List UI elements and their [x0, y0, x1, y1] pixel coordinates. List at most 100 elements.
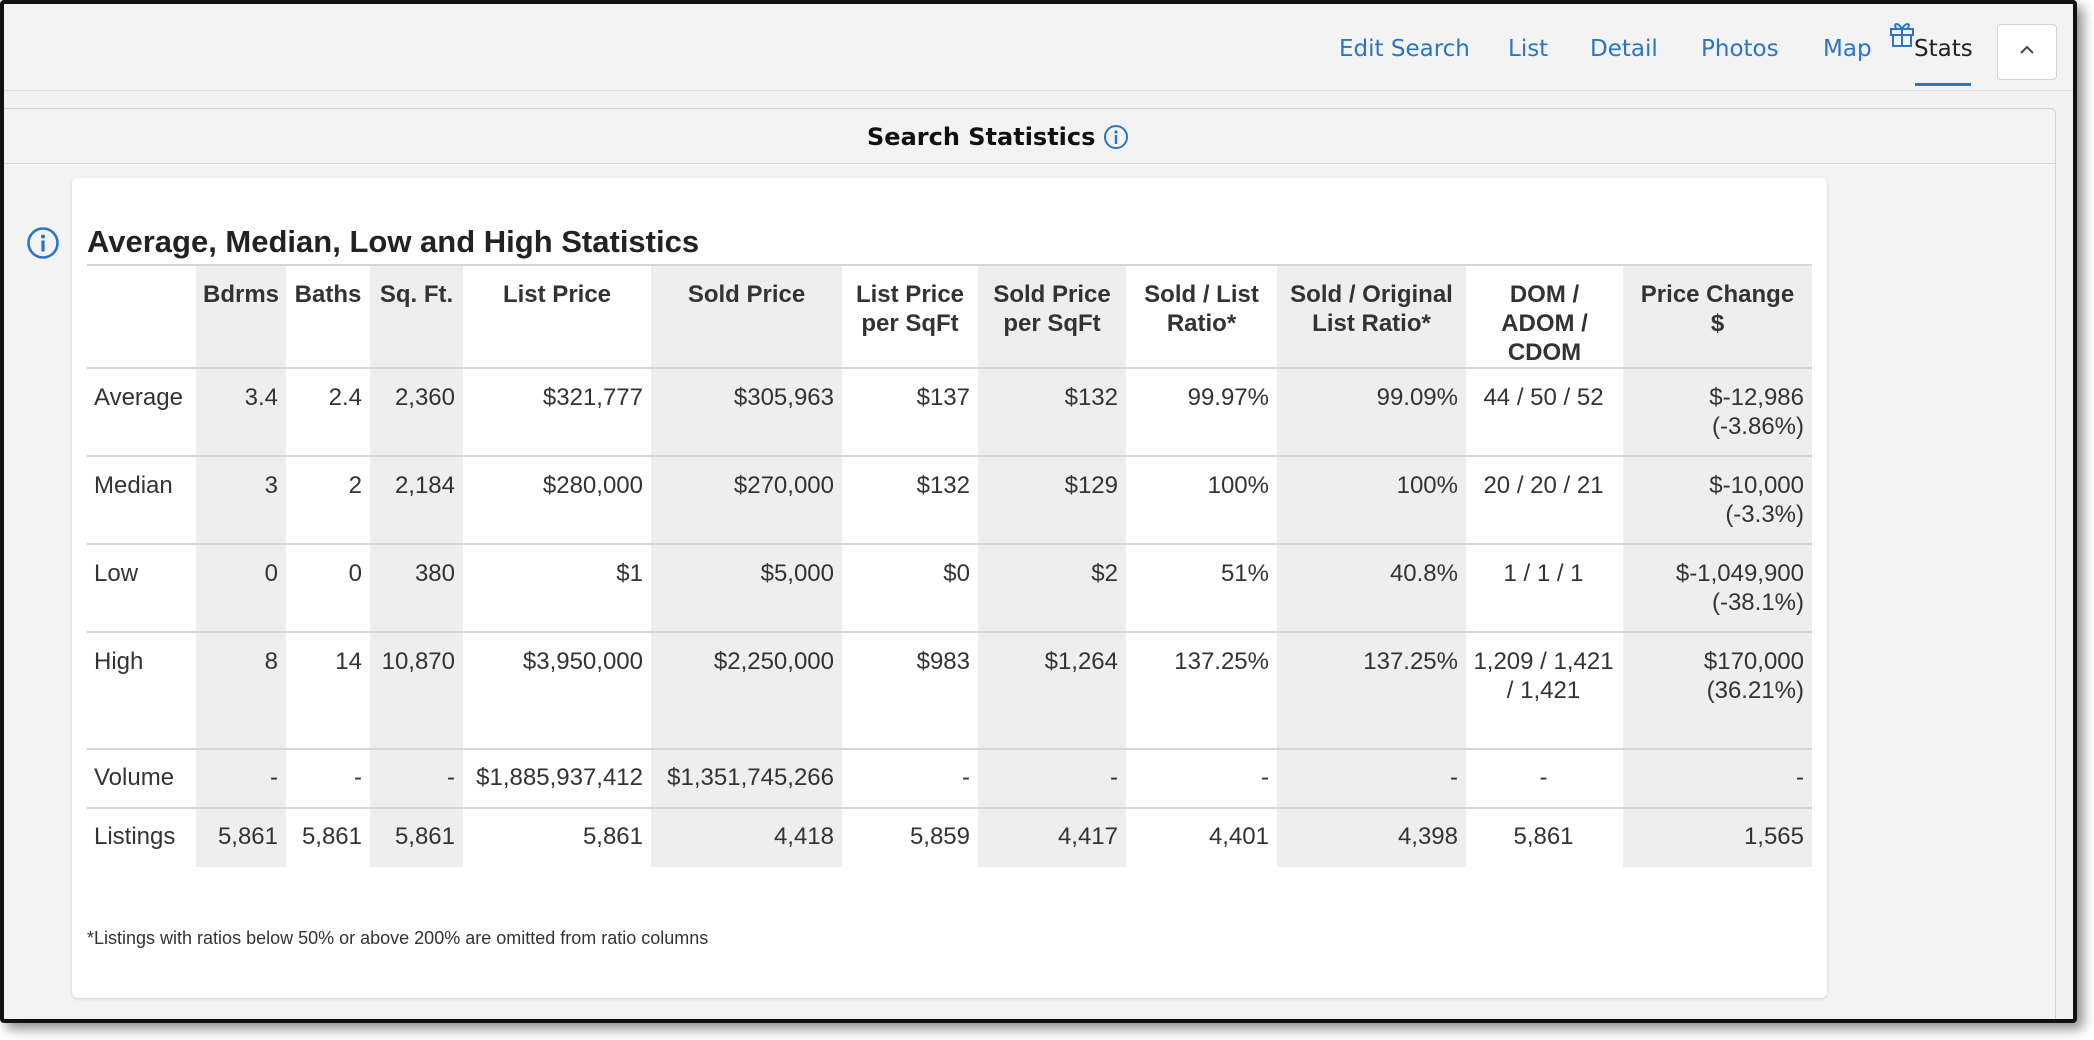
column-header-line: Price Change — [1640, 281, 1795, 308]
table-cell: 20 / 20 / 21 — [1466, 456, 1623, 545]
table-cell: $137 — [842, 368, 978, 457]
table-row: Median 3 2 2,184 $280,000 $270,000 $132 $129 100… — [87, 456, 1812, 545]
nav-photos[interactable]: Photos — [1701, 36, 1779, 62]
table-cell: 2 — [286, 456, 370, 545]
nav-stats[interactable]: Stats — [1914, 36, 1973, 62]
gift-icon[interactable] — [1887, 18, 1917, 48]
table-cell: $129 — [978, 456, 1126, 545]
info-icon[interactable] — [1103, 124, 1129, 150]
table-cell: 44 / 50 / 52 — [1466, 368, 1623, 457]
table-cell: $1,885,937,412 — [463, 749, 651, 809]
column-header-line: $ — [1710, 310, 1725, 337]
column-header-line: Baths — [294, 281, 362, 308]
column-header-line: Sq. Ft. — [379, 281, 454, 308]
table-cell: 4,418 — [651, 808, 842, 867]
ratio-footnote: *Listings with ratios below 50% or above… — [87, 928, 709, 948]
row-label: Volume — [87, 749, 196, 809]
table-cell: 2,184 — [370, 456, 463, 545]
column-header-sold-price-per-sqft: Sold Price per SqFt — [978, 265, 1126, 369]
table-cell: $2,250,000 — [651, 632, 842, 750]
column-header-sqft: Sq. Ft. — [370, 265, 463, 369]
table-cell: $-12,986 (-3.86%) — [1623, 368, 1812, 457]
column-header-line: per SqFt — [1003, 310, 1101, 337]
column-header-list-price-per-sqft: List Price per SqFt — [842, 265, 978, 369]
top-nav: Edit Search List Detail Photos Map Stats — [4, 4, 2073, 91]
table-cell: 380 — [370, 544, 463, 633]
table-cell: 10,870 — [370, 632, 463, 750]
column-header-sold-original-list-ratio: Sold / Original List Ratio* — [1277, 265, 1466, 369]
table-cell: 51% — [1126, 544, 1277, 633]
row-label: Listings — [94, 823, 176, 850]
table-header-row: Bdrms Baths Sq. Ft. List Price Sold Price Lis… — [87, 265, 1812, 369]
table-cell: - — [978, 749, 1126, 809]
nav-edit-search[interactable]: Edit Search — [1339, 36, 1470, 62]
chevron-up-icon — [2018, 43, 2036, 61]
column-header-line: Sold Price — [687, 281, 806, 308]
table-cell: $-1,049,900 (-38.1%) — [1623, 544, 1812, 633]
column-header-line: Sold Price — [993, 281, 1111, 308]
table-cell: 4,417 — [978, 808, 1126, 867]
panel-header: Search Statistics — [4, 109, 2055, 164]
table-row: High 8 14 10,870 $3,950,000 $2,250,000 $983 $1,… — [87, 632, 1812, 750]
column-header-sold-price: Sold Price — [651, 265, 842, 369]
column-header-corner — [87, 265, 196, 369]
column-header-line: CDOM — [1507, 339, 1582, 366]
column-header-price-change: Price Change $ — [1623, 265, 1812, 369]
app-window: Edit Search List Detail Photos Map Stats — [0, 0, 2077, 1023]
table-cell: 100% — [1277, 456, 1466, 545]
table-cell: $280,000 — [463, 456, 651, 545]
table-cell: 3.4 — [196, 368, 286, 457]
nav-detail[interactable]: Detail — [1590, 36, 1658, 62]
table-cell: - — [1126, 749, 1277, 809]
table-cell: 100% — [1126, 456, 1277, 545]
table-row: Average 3.4 2.4 2,360 $321,777 $305,963 $137 $1… — [87, 368, 1812, 457]
table-cell: 5,859 — [909, 823, 970, 850]
column-header-sold-list-ratio: Sold / List Ratio* — [1126, 265, 1277, 369]
table-cell: $-10,000 (-3.3%) — [1623, 456, 1812, 545]
table-cell: $983 — [842, 632, 978, 750]
column-header-line: Sold / Original — [1290, 281, 1453, 308]
stats-info-icon[interactable] — [26, 226, 60, 260]
column-header-line: DOM / — [1509, 281, 1580, 308]
active-tab-indicator — [1915, 83, 1971, 86]
table-cell: 137.25% — [1277, 632, 1466, 750]
table-cell: $132 — [842, 456, 978, 545]
column-header-line: List Price — [502, 281, 612, 308]
column-header-line: per SqFt — [861, 310, 959, 337]
column-header-line: ADOM / — [1501, 310, 1588, 337]
table-cell: - — [286, 749, 370, 809]
column-header-baths: Baths — [286, 265, 370, 369]
table-cell: 8 — [196, 632, 286, 750]
column-header-line: Bdrms — [202, 281, 280, 308]
collapse-button[interactable] — [1997, 24, 2057, 80]
table-cell: 5,861 — [1513, 823, 1574, 850]
table-cell: 40.8% — [1277, 544, 1466, 633]
table-cell: $1,264 — [978, 632, 1126, 750]
table-cell: 5,861 — [582, 823, 643, 850]
table-cell: $5,000 — [651, 544, 842, 633]
panel-title: Search Statistics — [867, 123, 1096, 151]
stats-card: Average, Median, Low and High Statistics… — [72, 178, 1827, 998]
table-cell: 99.97% — [1126, 368, 1277, 457]
table-cell: 4,398 — [1277, 808, 1466, 867]
row-label: Average — [87, 368, 196, 457]
nav-list[interactable]: List — [1508, 36, 1548, 62]
table-cell: 5,861 — [196, 808, 286, 867]
table-cell: - — [1277, 749, 1466, 809]
table-cell: 0 — [286, 544, 370, 633]
table-cell: - — [1623, 749, 1812, 809]
table-cell: $321,777 — [463, 368, 651, 457]
row-label: High — [87, 632, 196, 750]
table-cell: 2.4 — [286, 368, 370, 457]
table-cell: 99.09% — [1277, 368, 1466, 457]
table-cell: 1 / 1 / 1 — [1466, 544, 1623, 633]
table-cell: - — [370, 749, 463, 809]
nav-map[interactable]: Map — [1823, 36, 1872, 62]
table-cell: 2,360 — [370, 368, 463, 457]
table-cell: - — [196, 749, 286, 809]
table-cell: 14 — [286, 632, 370, 750]
table-cell: - — [842, 749, 978, 809]
stats-card-title: Average, Median, Low and High Statistics — [87, 224, 700, 259]
column-header-line: Ratio* — [1166, 310, 1237, 337]
table-cell: $170,000 (36.21%) — [1623, 632, 1812, 750]
